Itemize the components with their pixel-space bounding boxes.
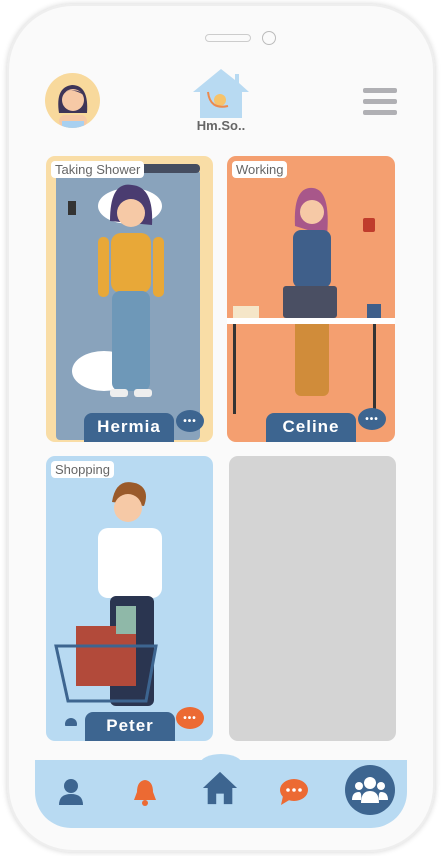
home-icon[interactable] — [202, 770, 238, 806]
user-avatar[interactable] — [45, 73, 100, 128]
bell-icon[interactable] — [127, 774, 163, 810]
member-card-hermia[interactable]: Taking Shower Hermia ••• — [46, 156, 213, 442]
member-name-button[interactable]: Peter — [85, 712, 175, 741]
hamburger-menu-icon[interactable] — [363, 88, 397, 116]
chat-bubble-icon[interactable]: ••• — [176, 410, 204, 432]
profile-icon[interactable] — [53, 774, 89, 810]
status-label: Shopping — [51, 461, 114, 478]
empty-member-slot[interactable] — [229, 456, 396, 741]
member-card-peter[interactable]: Shopping Peter ••• — [46, 456, 213, 741]
peter-illustration — [54, 482, 162, 726]
chat-bubble-icon[interactable]: ••• — [358, 408, 386, 430]
chat-icon[interactable] — [276, 774, 312, 810]
group-icon[interactable] — [345, 765, 395, 815]
status-label: Working — [232, 161, 288, 178]
chat-bubble-icon[interactable]: ••• — [176, 707, 204, 729]
camera — [262, 31, 276, 45]
app-logo: Hm.So.. — [192, 68, 250, 136]
celine-illustration — [227, 187, 395, 414]
member-card-celine[interactable]: Working Celine ••• — [227, 156, 395, 442]
status-label: Taking Shower — [51, 161, 145, 178]
app-name: Hm.So.. — [196, 118, 246, 133]
bottom-nav — [35, 754, 407, 828]
member-name-button[interactable]: Celine — [266, 413, 356, 442]
speaker — [205, 34, 251, 42]
hermia-illustration — [68, 184, 164, 397]
member-name-button[interactable]: Hermia — [84, 413, 174, 442]
